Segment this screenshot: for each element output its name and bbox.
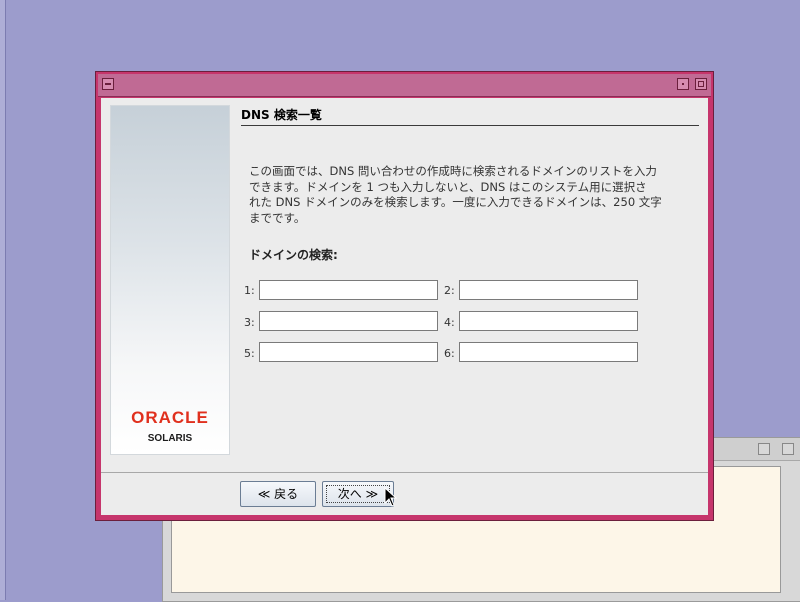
domain-field-2[interactable] (459, 280, 638, 300)
domain-field-5[interactable] (259, 342, 438, 362)
domain-field-3[interactable] (259, 311, 438, 331)
background-window-button[interactable] (782, 443, 794, 455)
dns-search-dialog: ORACLE SOLARIS DNS 検索一覧 この画面では、DNS 問い合わせ… (95, 71, 714, 521)
description-text: この画面では、DNS 問い合わせの作成時に検索されるドメインのリストを入力 でき… (249, 164, 662, 225)
domain-label-3: 3: (244, 316, 255, 329)
domain-label-5: 5: (244, 347, 255, 360)
domain-label-6: 6: (444, 347, 455, 360)
dialog-client-area: ORACLE SOLARIS DNS 検索一覧 この画面では、DNS 問い合わせ… (101, 98, 708, 515)
maximize-button[interactable] (695, 78, 707, 90)
domain-label-1: 1: (244, 284, 255, 297)
desktop-edge (0, 0, 6, 600)
dialog-titlebar[interactable] (98, 74, 711, 97)
page-title: DNS 検索一覧 (241, 106, 699, 126)
minimize-button[interactable] (677, 78, 689, 90)
background-window-button[interactable] (758, 443, 770, 455)
mouse-pointer-icon (384, 487, 398, 507)
solaris-logo: SOLARIS (147, 433, 193, 444)
button-bar-divider (101, 472, 708, 473)
domain-label-4: 4: (444, 316, 455, 329)
oracle-logo: ORACLE (131, 408, 209, 427)
domain-field-4[interactable] (459, 311, 638, 331)
domain-field-6[interactable] (459, 342, 638, 362)
back-button[interactable]: ≪ 戻る (240, 481, 316, 507)
domains-label: ドメインの検索: (249, 248, 338, 262)
focus-ring (326, 485, 390, 503)
window-menu-button[interactable] (102, 78, 114, 90)
domain-label-2: 2: (444, 284, 455, 297)
domain-field-1[interactable] (259, 280, 438, 300)
brand-panel: ORACLE SOLARIS (110, 105, 230, 455)
